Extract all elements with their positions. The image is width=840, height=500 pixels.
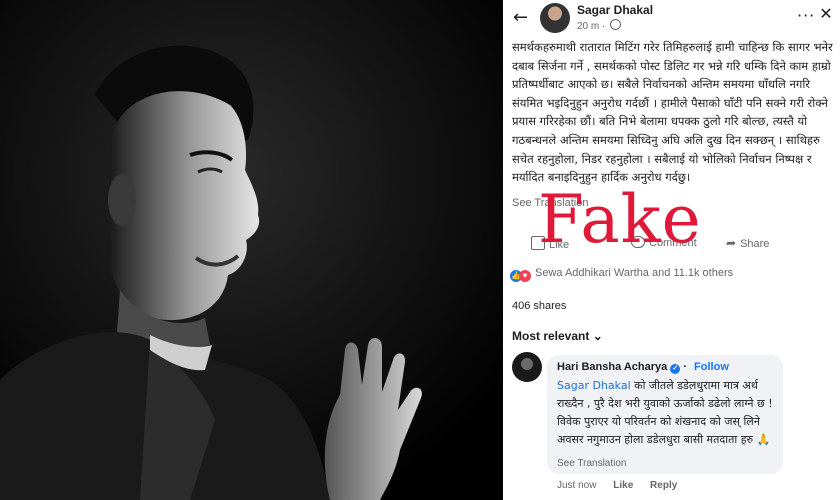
post-header: ← Sagar Dhakal 20 m · ··· ✕ [503,0,840,36]
comment-like-button[interactable]: Like [613,480,633,491]
share-button[interactable]: ➦ Share [726,236,769,250]
globe-icon [610,19,622,30]
verified-badge-icon: ✓ [670,364,681,374]
comment-sort-dropdown[interactable]: Most relevant ⌄ [512,329,603,343]
comment-author-line: Hari Bansha Acharya ✓ · Follow [557,361,729,374]
share-label: Share [740,238,770,250]
post-body: समर्थकहरुमाथी रातारात मिटिंग गरेर तिमिहर… [512,40,833,185]
comment-time[interactable]: Just now [557,480,596,491]
comment-reply-button[interactable]: Reply [650,480,677,491]
follow-button[interactable]: Follow [694,361,729,373]
arrow-left-icon[interactable]: ← [513,8,533,28]
comment-see-translation[interactable]: See Translation [557,458,627,469]
post-meta: 20 m · [577,19,622,32]
share-icon: ➦ [726,236,737,250]
shares-count[interactable]: 406 shares [512,300,566,312]
love-reaction-icon: ♥ [519,270,531,282]
reactions-text: Sewa Addhikari Wartha and 11.1k others [535,267,734,279]
comment-mention[interactable]: Sagar Dhakal [557,379,631,392]
post-author[interactable]: Sagar Dhakal [577,3,653,17]
comment-footer: Just now Like Reply [557,480,691,491]
profile-photo [0,0,503,500]
comment-author[interactable]: Hari Bansha Acharya [557,361,667,373]
fake-stamp: Fake [538,181,702,258]
reactions-summary[interactable]: 👍 ♥ Sewa Addhikari Wartha and 11.1k others [510,267,733,282]
post-time[interactable]: 20 m [577,21,599,32]
comment-bubble: Hari Bansha Acharya ✓ · Follow Sagar Dhak… [547,355,783,474]
comment-avatar[interactable] [512,352,542,382]
comment-text: Sagar Dhakal को जीतले डडेलधुरामा मात्र अ… [557,377,779,449]
avatar[interactable] [540,3,570,33]
close-icon[interactable]: ✕ [816,4,836,24]
